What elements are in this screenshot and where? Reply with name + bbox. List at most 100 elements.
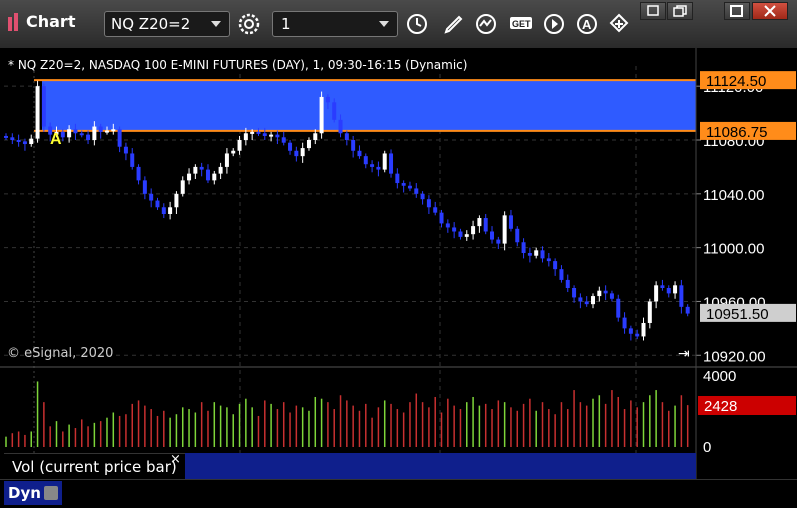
candle-body [332,102,337,120]
cursor-icon[interactable] [606,11,632,37]
candle-body [98,126,103,132]
candle-body [407,185,412,189]
lock-icon[interactable] [43,486,58,500]
chevron-down-icon[interactable] [379,21,389,27]
candle-body [641,322,646,337]
chart-area[interactable]: A 11120.0011080.0011040.0011000.0010960.… [0,48,797,507]
chevron-down-icon[interactable] [211,21,221,27]
close-icon[interactable] [752,2,788,20]
candle-body [344,133,349,140]
window-titlebar: Chart NQ Z20=2 1 GET A [0,0,797,49]
candle-body [496,239,501,244]
candle-body [439,212,444,224]
candle-body [553,261,558,270]
candle-body [275,134,280,138]
interval-input[interactable]: 1 [272,11,398,37]
chart-app-icon [8,12,22,31]
volume-study-label[interactable]: Vol (current price bar) [4,453,185,479]
candle-body [628,328,633,334]
candle-body [351,140,356,151]
candle-body [193,166,198,174]
scroll-end-icon[interactable]: ⇥ [678,346,690,362]
candle-body [414,188,419,194]
candle-body [325,96,330,103]
maximize-icon[interactable] [724,2,750,20]
candle-body [471,226,476,235]
candle-body [527,253,532,256]
marker-a-label: A [50,131,62,148]
play-icon[interactable] [541,11,567,37]
candle-body [142,180,147,194]
app-title-text: Chart [26,12,76,31]
candle-body [180,180,185,194]
candle-body [363,156,368,165]
candle-body [168,207,173,214]
candle-body [130,153,135,167]
restore-down-icon[interactable] [667,2,693,20]
candle-body [508,215,513,229]
candle-body [420,193,425,200]
candle-body [319,96,324,134]
price-tick-label: 11040.00 [703,187,764,204]
volume-current-text: 2428 [704,398,737,415]
candle-body [205,169,210,181]
candle-body [534,250,539,256]
candle-body [647,301,652,323]
candle-body [603,290,608,294]
candle-body [29,138,34,145]
price-chart[interactable]: A 11120.0011080.0011040.0011000.0010960.… [0,48,797,507]
time-axis[interactable] [0,479,797,508]
candle-body [559,269,564,280]
candle-body [155,200,160,208]
candle-body [502,215,507,244]
candle-body [521,242,526,254]
dyn-label: Dyn [8,484,41,502]
candle-body [395,173,400,184]
pencil-icon[interactable] [441,11,467,37]
candle-body [92,126,97,140]
candle-body [685,306,690,314]
study-icon[interactable] [474,11,500,37]
candle-body [123,146,128,154]
get-icon[interactable]: GET [508,11,538,37]
price-label-text: 11086.75 [706,124,767,141]
candle-body [483,218,488,232]
chart-status-line: * NQ Z20=2, NASDAQ 100 E-MINI FUTURES (D… [8,58,468,72]
candle-body [654,285,659,302]
candle-body [452,227,457,232]
candle-body [490,231,495,240]
candle-body [338,119,343,134]
restore-icon[interactable] [640,2,666,20]
svg-text:A: A [582,17,592,32]
dynamic-mode-button[interactable]: Dyn [4,481,62,505]
study-label-bar [185,453,696,479]
candle-body [622,317,627,329]
settings-gear-icon[interactable] [236,11,262,37]
candle-body [313,133,318,140]
volume-tick-label: 4000 [703,368,736,385]
candle-body [565,279,570,288]
candle-body [16,140,21,142]
clock-icon[interactable] [404,11,430,37]
price-tick-label: 10920.00 [703,348,766,365]
candle-body [306,140,311,149]
watermark: © eSignal, 2020 [7,346,114,361]
candle-body [187,173,192,181]
alert-icon[interactable]: A [574,11,600,37]
candle-body [250,131,255,134]
candle-body [262,133,267,136]
candle-body [288,142,293,151]
candle-body [300,148,305,157]
candle-body [401,183,406,186]
price-range-band[interactable] [42,80,696,131]
symbol-input[interactable]: NQ Z20=2 [104,11,230,37]
candle-body [269,134,274,137]
interval-value: 1 [281,15,291,33]
candle-body [136,166,141,181]
close-study-icon[interactable]: × [170,452,181,467]
candle-body [67,129,72,138]
candle-body [22,141,27,145]
candle-body [584,301,589,305]
candle-body [149,193,154,201]
candle-body [104,130,109,133]
